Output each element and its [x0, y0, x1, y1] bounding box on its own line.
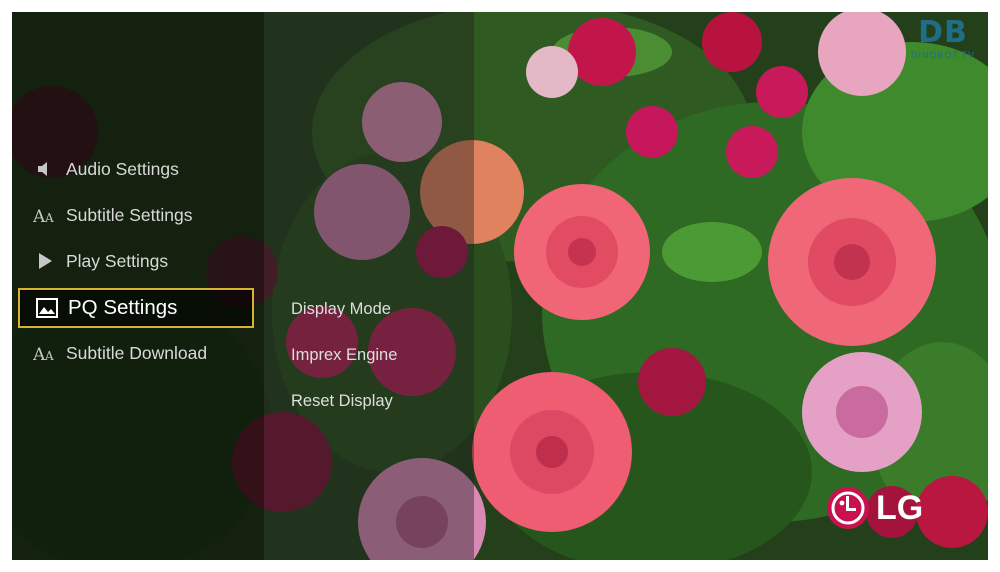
- dinobot-watermark-logo: DB DINOBOT.TV: [904, 16, 982, 76]
- menu-item-label: Subtitle Settings: [66, 204, 193, 225]
- submenu-panel-background: [264, 12, 474, 560]
- lg-wordmark: LG: [876, 488, 924, 527]
- watermark-small-text: DINOBOT.TV: [910, 50, 975, 60]
- tv-screen: Audio Settings AA Subtitle Settings Play…: [12, 12, 988, 560]
- picture-icon: [34, 295, 60, 321]
- play-icon: [32, 248, 58, 274]
- svg-text:A: A: [44, 211, 54, 225]
- menu-item-audio-settings[interactable]: Audio Settings: [18, 150, 252, 188]
- speaker-icon: [32, 156, 58, 182]
- lg-brand-logo: LG: [826, 486, 923, 530]
- lg-face-icon: [827, 487, 869, 529]
- font-download-icon: AA: [32, 340, 58, 366]
- menu-item-pq-settings[interactable]: PQ Settings: [18, 288, 254, 328]
- watermark-big-text: DB: [918, 15, 968, 50]
- font-icon: AA: [32, 202, 58, 228]
- menu-item-label: Play Settings: [66, 250, 169, 271]
- menu-panel-background: [12, 12, 264, 560]
- submenu-item-imprex-engine[interactable]: Imprex Engine: [291, 346, 397, 365]
- svg-text:A: A: [44, 349, 54, 363]
- menu-item-play-settings[interactable]: Play Settings: [18, 242, 252, 280]
- menu-item-label: Audio Settings: [66, 158, 179, 179]
- submenu-item-reset-display[interactable]: Reset Display: [291, 392, 393, 411]
- menu-item-subtitle-settings[interactable]: AA Subtitle Settings: [18, 196, 252, 234]
- menu-item-label: Subtitle Download: [66, 342, 208, 363]
- menu-item-label: PQ Settings: [68, 296, 178, 319]
- menu-item-subtitle-download[interactable]: AA Subtitle Download: [18, 334, 252, 372]
- submenu-item-display-mode[interactable]: Display Mode: [291, 300, 391, 319]
